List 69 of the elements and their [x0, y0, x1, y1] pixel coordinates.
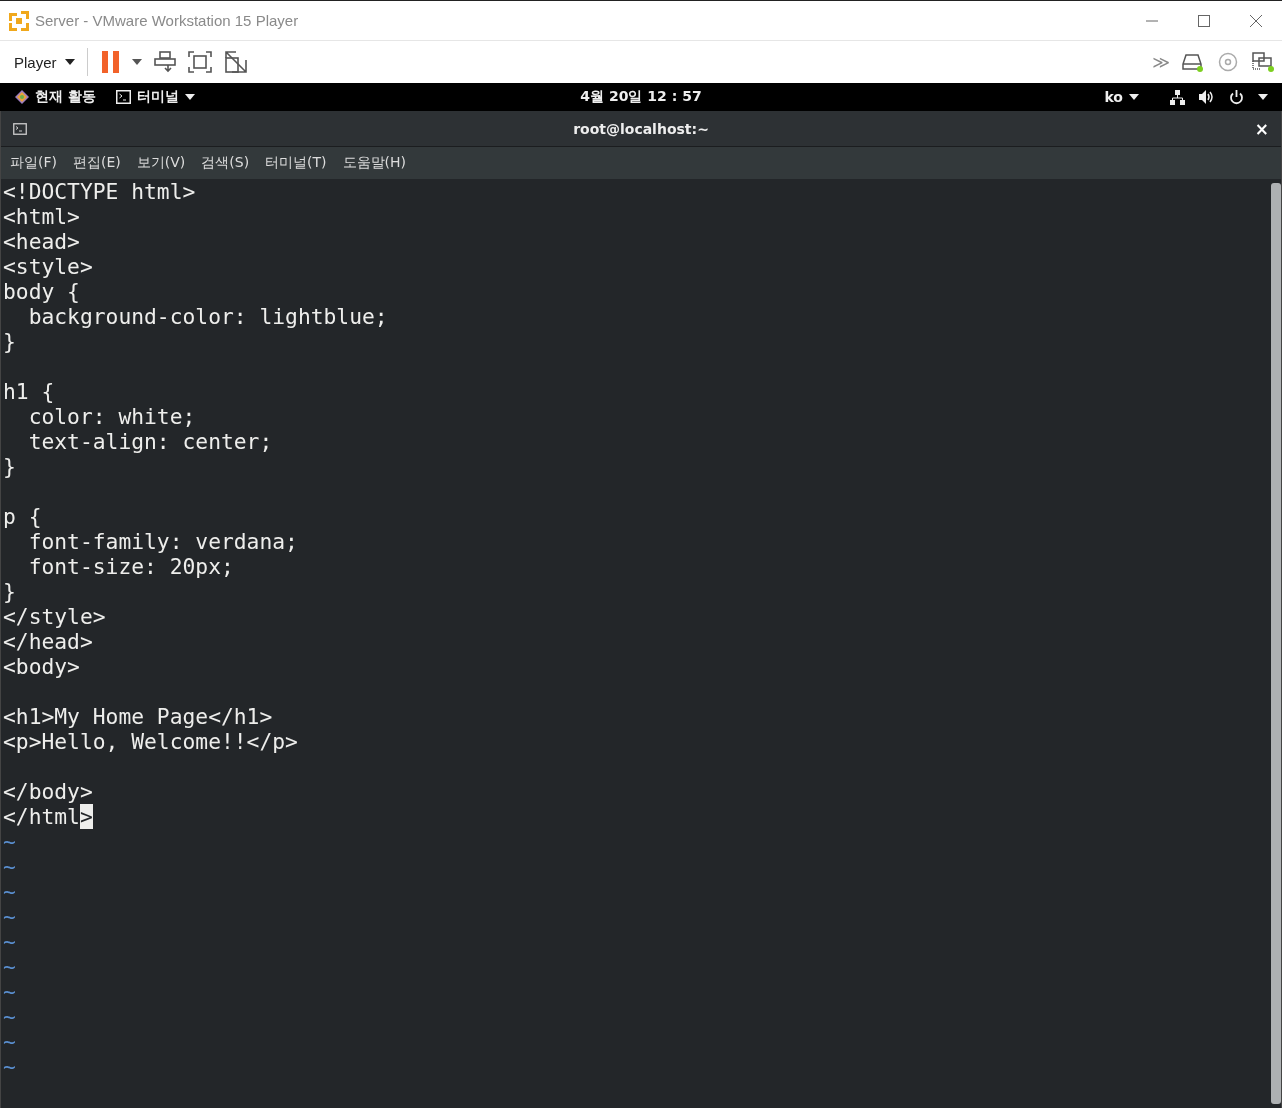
- empty-line-marker: ~: [3, 929, 16, 954]
- code-line: background-color: lightblue;: [27, 304, 388, 329]
- code-line: }: [3, 454, 16, 479]
- code-line: font-family: verdana;: [27, 529, 298, 554]
- app-menu-button[interactable]: 터미널: [112, 86, 198, 108]
- code-line: <head>: [3, 229, 80, 254]
- code-line: <body>: [3, 654, 80, 679]
- code-line: </style>: [3, 604, 106, 629]
- player-menu-button[interactable]: Player: [6, 49, 83, 75]
- code-line: </head>: [3, 629, 93, 654]
- hard-disk-icon[interactable]: [1182, 52, 1204, 72]
- terminal-title: root@localhost:~: [573, 120, 709, 137]
- empty-line-marker: ~: [3, 904, 16, 929]
- caret-icon[interactable]: [184, 94, 195, 100]
- code-line: text-align: center;: [27, 429, 273, 454]
- window-title: Server - VMware Workstation 15 Player: [35, 12, 299, 29]
- code-line: <html>: [3, 204, 80, 229]
- code-line: </body>: [3, 779, 93, 804]
- code-line: font-size: 20px;: [27, 554, 234, 579]
- empty-line-marker: ~: [3, 854, 16, 879]
- menu-item[interactable]: 검색(S): [196, 150, 255, 176]
- terminal-icon: [13, 122, 27, 135]
- empty-line-marker: ~: [3, 979, 16, 1004]
- activities-button[interactable]: 현재 활동: [12, 86, 99, 108]
- power-icon[interactable]: [1229, 89, 1244, 105]
- code-line: </html: [3, 804, 80, 829]
- caret-icon[interactable]: [64, 59, 75, 65]
- code-line: <h1>My Home Page</h1>: [3, 704, 273, 729]
- fullscreen-icon[interactable]: [187, 51, 212, 73]
- maximize-icon[interactable]: [1198, 14, 1210, 27]
- activities-icon: [15, 90, 29, 104]
- input-method-button[interactable]: ko: [1101, 87, 1142, 107]
- code-line: body {: [3, 279, 80, 304]
- caret-icon[interactable]: [131, 59, 142, 65]
- menu-item[interactable]: 터미널(T): [260, 150, 332, 176]
- network-adapter-icon[interactable]: [1252, 52, 1274, 72]
- empty-line-marker: ~: [3, 1004, 16, 1029]
- empty-line-marker: ~: [3, 829, 16, 854]
- caret-icon[interactable]: [1129, 94, 1139, 100]
- code-line: }: [3, 329, 16, 354]
- menu-item[interactable]: 편집(E): [68, 150, 126, 176]
- code-line: }: [3, 579, 16, 604]
- code-line: <p>Hello, Welcome!!</p>: [3, 729, 298, 754]
- empty-line-marker: ~: [3, 954, 16, 979]
- caret-icon[interactable]: [1258, 94, 1268, 100]
- code-line: color: white;: [27, 404, 196, 429]
- menu-item[interactable]: 파일(F): [5, 150, 62, 176]
- close-button[interactable]: ×: [1254, 118, 1269, 139]
- scrollbar-thumb[interactable]: [1271, 183, 1281, 1104]
- text-cursor: >: [79, 804, 93, 829]
- empty-line-marker: ~: [3, 1029, 16, 1054]
- unity-icon[interactable]: [223, 50, 248, 74]
- code-line: <style>: [3, 254, 93, 279]
- empty-line-marker: ~: [3, 1054, 16, 1079]
- more-devices-icon[interactable]: ≫: [1152, 52, 1168, 72]
- empty-line-marker: ~: [3, 879, 16, 904]
- terminal-icon: [115, 90, 131, 104]
- pause-icon[interactable]: [101, 51, 120, 73]
- code-line: p {: [3, 504, 42, 529]
- volume-icon[interactable]: [1199, 90, 1215, 104]
- menu-item[interactable]: 도움말(H): [337, 150, 412, 176]
- code-line: h1 {: [3, 379, 55, 404]
- menu-item[interactable]: 보기(V): [131, 150, 191, 176]
- clock[interactable]: 4월 20일 12 : 57: [580, 88, 702, 104]
- app-logo-icon: [9, 10, 29, 31]
- code-line: <!DOCTYPE html>: [3, 179, 196, 204]
- send-keys-icon[interactable]: [153, 51, 176, 73]
- network-icon[interactable]: [1170, 89, 1185, 105]
- close-icon[interactable]: [1250, 14, 1262, 27]
